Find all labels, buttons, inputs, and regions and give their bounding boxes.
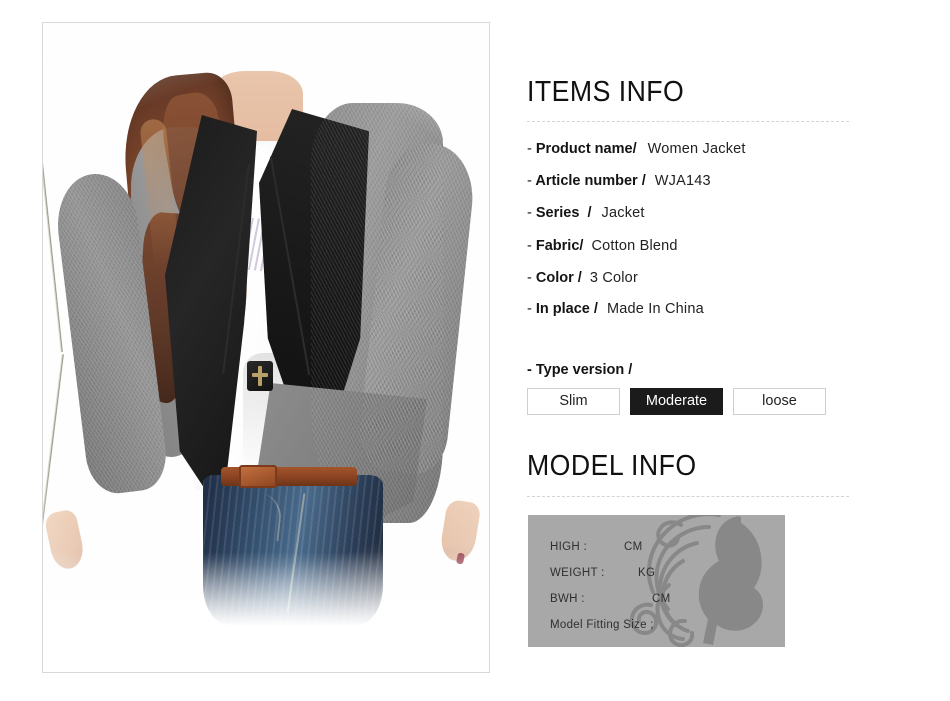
spec-value: WJA143 [654, 173, 711, 189]
product-photo-frame[interactable] [42, 22, 490, 673]
spec-label: Article number [535, 173, 638, 189]
spec-label: Fabric [535, 238, 580, 254]
spec-slash: / [593, 301, 598, 317]
spec-dash: - [527, 238, 532, 254]
spec-dash: - [527, 301, 532, 317]
items-info-divider [527, 121, 849, 122]
jacket-piping-hem [43, 656, 67, 672]
spec-slash: / [579, 238, 584, 254]
spec-value: Jacket [601, 205, 645, 221]
model-fitting-size-label: Model Fitting Size ; [550, 619, 654, 631]
type-version-label: - Type version / [527, 362, 633, 378]
spec-value: Made In China [606, 301, 704, 317]
model-info-divider [527, 496, 849, 497]
model-info-title: MODEL INFO [527, 450, 697, 482]
spec-row: - Series / Jacket [527, 205, 645, 221]
model-row-high-label: HIGH : [550, 541, 587, 553]
product-photo[interactable] [43, 23, 489, 672]
items-info-title: ITEMS INFO [527, 76, 685, 108]
blue-jeans [203, 475, 383, 625]
spec-row: - Color / 3 Color [527, 270, 638, 286]
model-row-weight-unit: KG [638, 567, 656, 579]
spec-slash: / [577, 270, 582, 286]
model-row-high-unit: CM [624, 541, 643, 553]
model-row-bwh-unit: CM [652, 593, 671, 605]
spec-dash: - [527, 173, 532, 189]
spec-value: 3 Color [589, 270, 638, 286]
spec-slash: / [587, 205, 592, 221]
belt-buckle [239, 465, 277, 488]
model-row-weight-label: WEIGHT : [550, 567, 605, 579]
model-row-bwh-label: BWH : [550, 593, 585, 605]
spec-label: Series [535, 205, 580, 221]
spec-slash: / [641, 173, 646, 189]
nail-polish [455, 552, 466, 565]
spec-label: Product name [535, 141, 633, 157]
spec-slash: / [632, 141, 637, 157]
model-info-panel: HIGH : CM WEIGHT : KG BWH : CM Model Fit… [528, 515, 785, 647]
spec-row: - Fabric/ Cotton Blend [527, 238, 678, 254]
spec-label: Color [535, 270, 574, 286]
type-option-moderate[interactable]: Moderate [630, 388, 723, 415]
type-version-options: Slim Moderate loose [527, 388, 826, 415]
product-detail-page: ITEMS INFO - Product name/ Women Jacket … [0, 0, 950, 701]
spec-row: - In place / Made In China [527, 301, 704, 317]
spec-dash: - [527, 270, 532, 286]
spec-value: Women Jacket [647, 141, 746, 157]
spec-value: Cotton Blend [591, 238, 678, 254]
type-option-loose[interactable]: loose [733, 388, 826, 415]
spec-label: In place [535, 301, 590, 317]
spec-dash: - [527, 205, 532, 221]
cross-pendant-icon [247, 361, 273, 391]
model-hand-left [43, 508, 87, 572]
jacket-piping-left [43, 353, 65, 653]
jacket-piping-right [43, 23, 64, 353]
spec-row: - Article number / WJA143 [527, 173, 711, 189]
spec-row: - Product name/ Women Jacket [527, 141, 746, 157]
type-option-slim[interactable]: Slim [527, 388, 620, 415]
spec-dash: - [527, 141, 532, 157]
info-column: ITEMS INFO - Product name/ Women Jacket … [527, 0, 927, 701]
